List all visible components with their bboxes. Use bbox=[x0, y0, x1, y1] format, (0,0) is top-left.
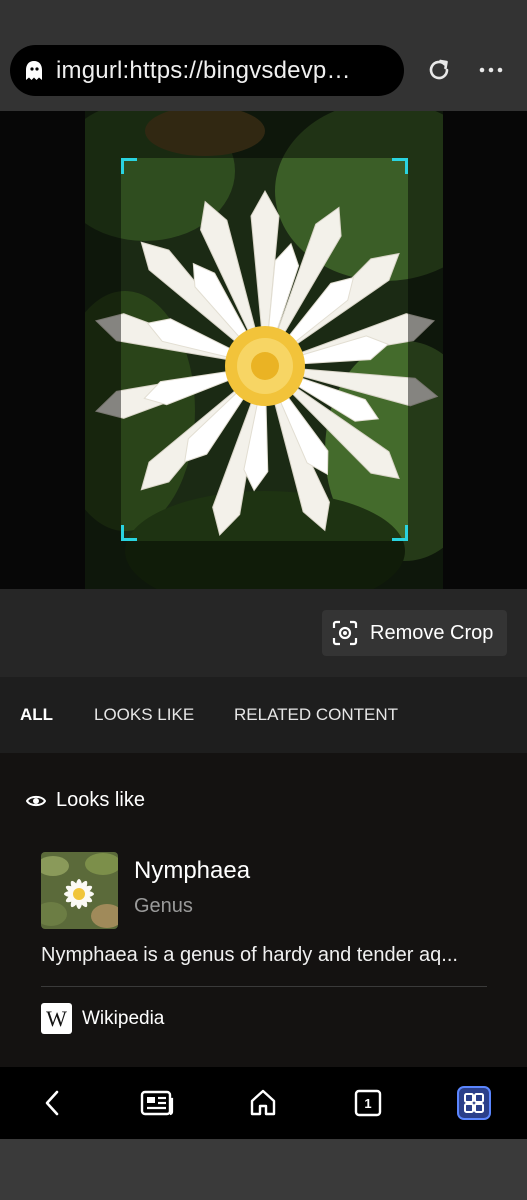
tabs-button[interactable]: 1 bbox=[350, 1085, 386, 1121]
tab-related-content[interactable]: RELATED CONTENT bbox=[234, 705, 398, 725]
crop-focus-icon bbox=[332, 620, 358, 646]
reload-icon bbox=[429, 59, 449, 80]
image-preview bbox=[0, 111, 527, 589]
crop-handle-top-left[interactable] bbox=[121, 158, 137, 174]
entity-thumbnail[interactable] bbox=[41, 852, 118, 929]
divider bbox=[41, 986, 487, 987]
tab-looks-like[interactable]: LOOKS LIKE bbox=[94, 705, 194, 725]
source-link[interactable]: W Wikipedia bbox=[41, 1003, 164, 1034]
url-text: imgurl:https://bingvsdevp… bbox=[56, 56, 351, 84]
tab-all[interactable]: ALL bbox=[20, 705, 53, 725]
crop-handle-bottom-left[interactable] bbox=[121, 525, 137, 541]
crop-handle-top-right[interactable] bbox=[392, 158, 408, 174]
address-bar[interactable]: imgurl:https://bingvsdevp… bbox=[10, 45, 404, 96]
section-header: Looks like bbox=[26, 789, 145, 812]
section-title: Looks like bbox=[56, 789, 145, 811]
source-label: Wikipedia bbox=[82, 1007, 165, 1029]
news-button[interactable] bbox=[139, 1085, 175, 1121]
more-icon bbox=[479, 67, 503, 73]
apps-button[interactable] bbox=[456, 1085, 492, 1121]
top-bar: imgurl:https://bingvsdevp… bbox=[0, 0, 527, 111]
back-icon bbox=[45, 1090, 59, 1116]
reload-button[interactable] bbox=[422, 53, 456, 87]
eye-icon bbox=[26, 795, 46, 806]
system-bar-area bbox=[0, 1139, 527, 1200]
news-icon bbox=[140, 1090, 174, 1116]
home-button[interactable] bbox=[245, 1085, 281, 1121]
tab-count: 1 bbox=[364, 1095, 372, 1111]
crop-handle-bottom-right[interactable] bbox=[392, 525, 408, 541]
result-tabs: ALL LOOKS LIKE RELATED CONTENT bbox=[0, 677, 527, 753]
looks-like-section: Looks like Nymphaea Genus Nymphaea is a … bbox=[0, 753, 527, 1067]
remove-crop-label: Remove Crop bbox=[370, 621, 494, 644]
bottom-navigation: 1 bbox=[0, 1067, 527, 1139]
entity-description[interactable]: Nymphaea is a genus of hardy and tender … bbox=[41, 944, 458, 967]
apps-icon bbox=[457, 1086, 491, 1120]
home-icon bbox=[250, 1089, 276, 1116]
crop-toolbar: Remove Crop bbox=[0, 589, 527, 677]
inprivate-icon bbox=[24, 60, 44, 81]
back-button[interactable] bbox=[34, 1085, 70, 1121]
remove-crop-button[interactable]: Remove Crop bbox=[322, 610, 507, 656]
wikipedia-icon: W bbox=[41, 1003, 72, 1034]
entity-name[interactable]: Nymphaea bbox=[134, 857, 250, 885]
entity-type: Genus bbox=[134, 895, 193, 917]
more-options-button[interactable] bbox=[474, 53, 508, 87]
crop-selection[interactable] bbox=[121, 158, 408, 541]
